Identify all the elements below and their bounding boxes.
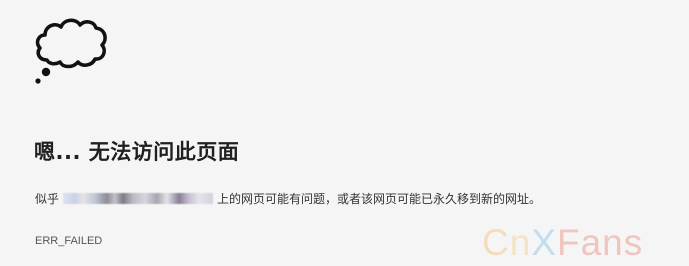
message-suffix: 上的网页可能有问题，或者该网页可能已永久移到新的网址。 [217, 192, 542, 206]
error-code: ERR_FAILED [35, 235, 103, 247]
error-headline: 嗯... 无法访问此页面 [34, 140, 240, 164]
cloud-thought-icon [35, 18, 107, 84]
error-message: 似乎 上的网页可能有问题，或者该网页可能已永久移到新的网址。 [35, 190, 541, 207]
watermark-logo: CnXFans [482, 222, 644, 263]
redacted-url [63, 193, 214, 204]
message-prefix: 似乎 [35, 192, 60, 206]
